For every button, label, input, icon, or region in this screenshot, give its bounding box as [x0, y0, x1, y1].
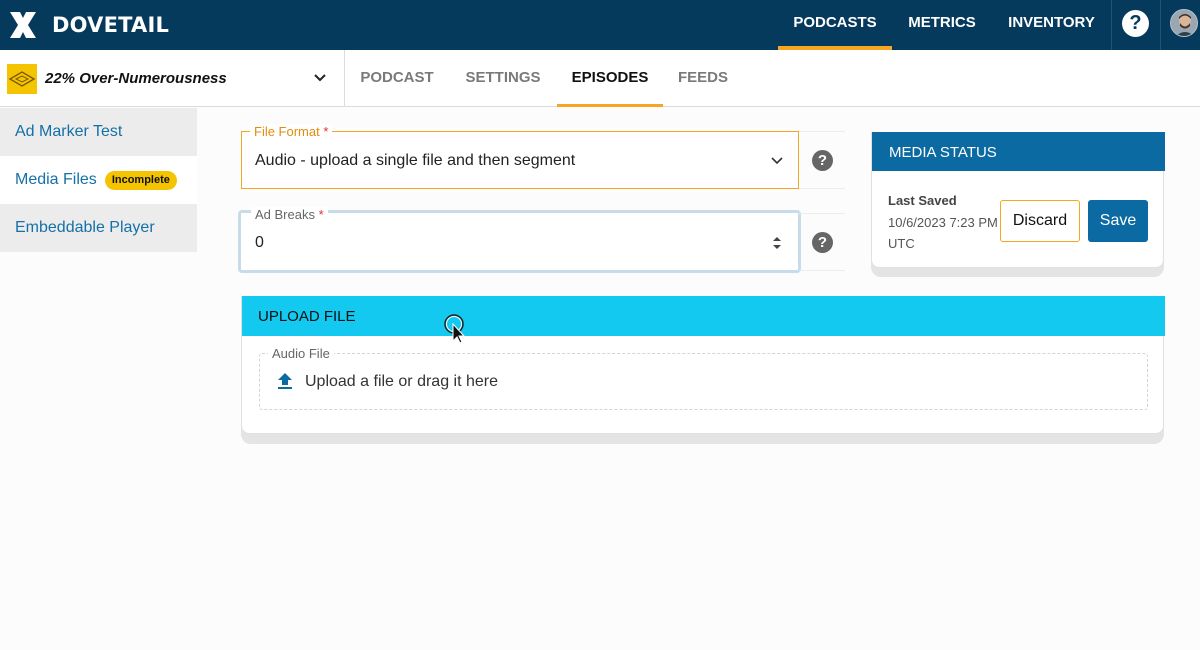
file-format-help-icon[interactable]: ?: [812, 150, 833, 171]
file-format-value: Audio - upload a single file and then se…: [255, 152, 576, 169]
last-saved-timestamp: 10/6/2023 7:23 PM UTC: [888, 215, 998, 251]
nav-podcasts[interactable]: PODCASTS: [778, 0, 892, 50]
media-status-card: MEDIA STATUS Last Saved 10/6/2023 7:23 P…: [871, 132, 1165, 277]
sidebar-item-embeddable-player[interactable]: Embeddable Player: [0, 204, 197, 252]
media-status-panel: MEDIA STATUS Last Saved 10/6/2023 7:23 P…: [871, 132, 1165, 268]
podcast-artwork-icon: [8, 71, 36, 87]
save-button[interactable]: Save: [1088, 200, 1148, 242]
tab-podcast[interactable]: PODCAST: [345, 50, 449, 107]
upload-file-panel: UPLOAD FILE Audio File Upload a file or …: [241, 296, 1165, 434]
sidebar-item-label: Media Files: [15, 171, 97, 188]
nav-inventory[interactable]: INVENTORY: [992, 0, 1111, 50]
file-format-select[interactable]: File Format * Audio - upload a single fi…: [241, 124, 799, 189]
sidebar-item-ad-marker-test[interactable]: Ad Marker Test: [0, 108, 197, 156]
podcast-selector[interactable]: 22% Over-Numerousness: [0, 50, 345, 107]
podcast-name: 22% Over-Numerousness: [45, 70, 227, 87]
ad-breaks-input[interactable]: Ad Breaks * 0: [238, 207, 801, 273]
ad-breaks-help-icon[interactable]: ?: [812, 232, 833, 253]
tab-settings[interactable]: SETTINGS: [449, 50, 557, 107]
top-navigation-bar: DOVETAIL PODCASTS METRICS INVENTORY ?: [0, 0, 1200, 50]
last-saved-label: Last Saved: [888, 193, 957, 208]
file-format-label: File Format *: [250, 124, 333, 139]
dovetail-logo[interactable]: DOVETAIL: [7, 9, 169, 41]
number-stepper-icon[interactable]: [772, 234, 782, 252]
tab-feeds[interactable]: FEEDS: [663, 50, 743, 107]
sidebar-item-label: Ad Marker Test: [15, 123, 123, 140]
upload-file-title: UPLOAD FILE: [242, 296, 1165, 336]
ad-breaks-label: Ad Breaks *: [251, 207, 328, 222]
podcast-subheader: 22% Over-Numerousness PODCAST SETTINGS E…: [0, 50, 1200, 107]
nav-divider: [1111, 0, 1112, 50]
audio-file-label: Audio File: [268, 346, 334, 361]
upload-icon: [278, 373, 292, 389]
brand-name: DOVETAIL: [52, 13, 170, 37]
person-icon: [1171, 10, 1197, 36]
chevron-down-icon[interactable]: [312, 70, 328, 86]
mouse-cursor-icon: [444, 314, 466, 344]
nav-divider: [1160, 0, 1161, 50]
required-mark: *: [323, 124, 329, 139]
sidebar-item-label: Embeddable Player: [15, 219, 155, 236]
upload-file-card: UPLOAD FILE Audio File Upload a file or …: [241, 296, 1165, 444]
required-mark: *: [318, 207, 324, 222]
ad-breaks-row: Ad Breaks * 0 ?: [238, 207, 845, 273]
status-badge: Incomplete: [104, 171, 177, 190]
nav-metrics[interactable]: METRICS: [892, 0, 992, 50]
media-status-title: MEDIA STATUS: [872, 132, 1165, 171]
upload-prompt: Upload a file or drag it here: [305, 373, 498, 390]
discard-button[interactable]: Discard: [1000, 200, 1080, 242]
user-avatar[interactable]: [1170, 9, 1198, 37]
podcast-artwork: [7, 64, 37, 94]
sidebar-item-media-files[interactable]: Media Files Incomplete: [0, 156, 197, 204]
dovetail-x-logo-icon: [10, 12, 36, 38]
chevron-down-icon: [771, 157, 783, 165]
audio-file-dropzone[interactable]: Audio File Upload a file or drag it here: [259, 346, 1148, 410]
file-format-row: File Format * Audio - upload a single fi…: [241, 124, 845, 189]
help-question-icon[interactable]: ?: [1122, 10, 1149, 37]
tab-episodes[interactable]: EPISODES: [557, 50, 663, 107]
ad-breaks-value: 0: [255, 234, 264, 251]
